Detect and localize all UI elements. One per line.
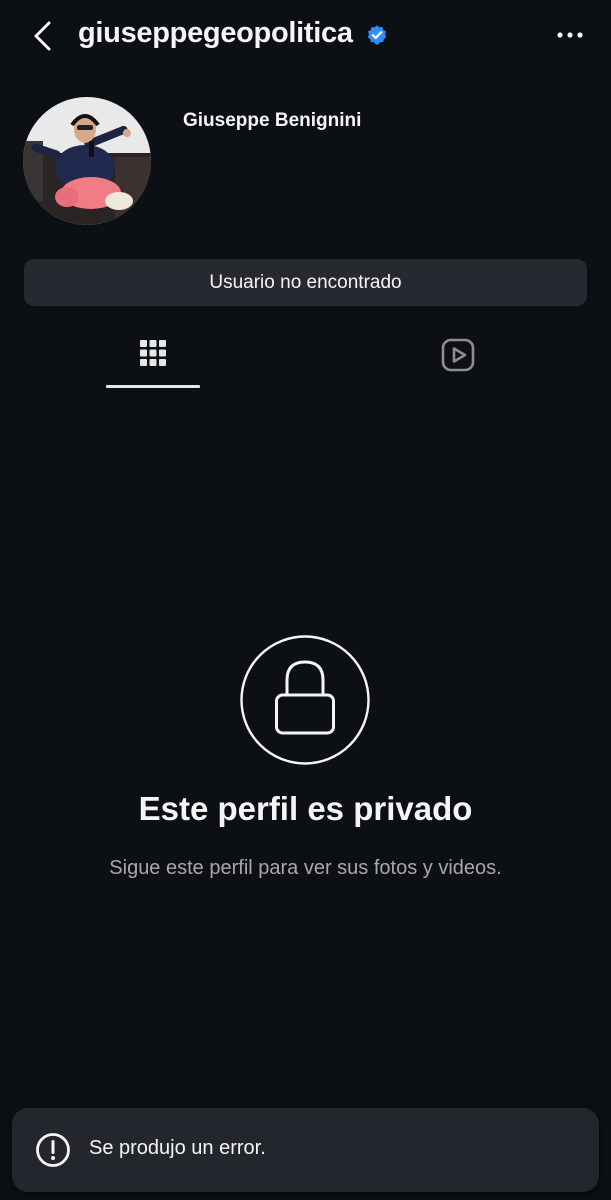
- exclamation-circle-icon: [36, 1133, 70, 1167]
- verified-badge-icon: [367, 25, 387, 45]
- profile-avatar[interactable]: [23, 97, 151, 225]
- more-options-button[interactable]: [548, 20, 592, 50]
- tab-posts-grid[interactable]: [106, 330, 200, 388]
- lock-icon: [240, 635, 370, 765]
- reels-icon: [441, 338, 475, 372]
- error-toast-message: Se produjo un error.: [89, 1137, 266, 1159]
- private-profile-title: Este perfil es privado: [138, 790, 473, 827]
- back-button[interactable]: [24, 14, 60, 58]
- more-horizontal-icon: [557, 32, 583, 38]
- user-not-found-label: Usuario no encontrado: [209, 271, 402, 293]
- tab-reels[interactable]: [411, 330, 505, 388]
- avatar-photo: [23, 97, 151, 225]
- private-profile-subtitle: Sigue este perfil para ver sus fotos y v…: [109, 857, 502, 879]
- profile-display-name: Giuseppe Benignini: [183, 110, 362, 131]
- user-not-found-button[interactable]: Usuario no encontrado: [24, 259, 587, 306]
- profile-username: giuseppegeopolitica: [78, 17, 353, 49]
- selected-tab-indicator: [106, 385, 200, 388]
- profile-header: giuseppegeopolitica: [0, 0, 611, 72]
- chevron-left-icon: [34, 21, 51, 51]
- error-toast[interactable]: Se produjo un error.: [12, 1108, 599, 1192]
- grid-icon: [140, 340, 166, 366]
